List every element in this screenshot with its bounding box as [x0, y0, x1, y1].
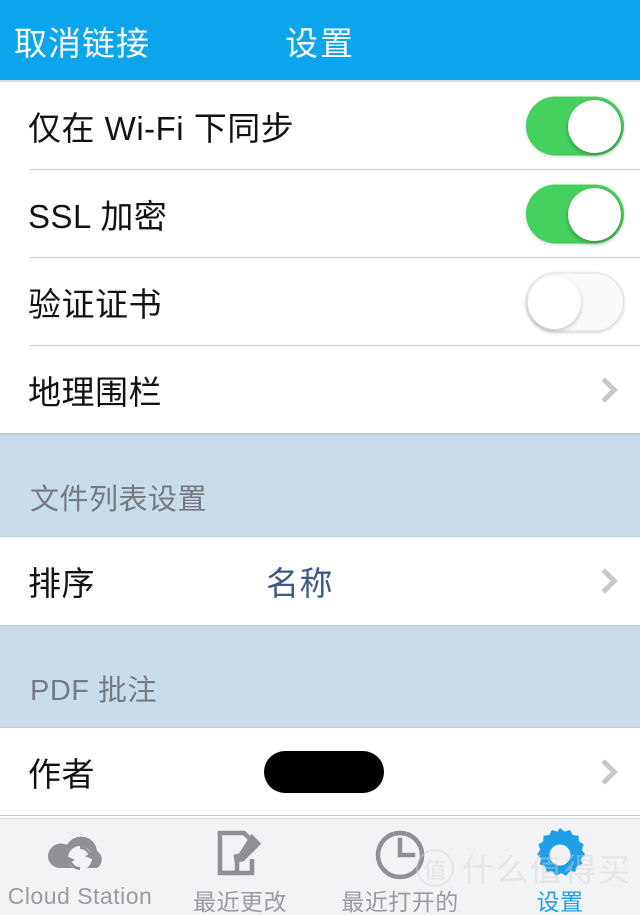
tab-settings[interactable]: 设置 — [480, 819, 640, 915]
tab-label: Cloud Station — [7, 883, 153, 909]
row-label: 作者 — [28, 756, 95, 793]
tab-bar: Cloud Station 最近更改 最近打开的 设置 值 什么值得买 — [0, 818, 640, 915]
section-header-label: 文件列表设置 — [30, 484, 208, 516]
clock-icon — [374, 829, 426, 881]
row-value: 名称 — [266, 565, 333, 602]
chevron-right-icon — [592, 377, 618, 403]
row-author[interactable]: 作者 — [0, 728, 640, 816]
toggle-knob — [568, 187, 621, 241]
row-verify-certificate[interactable]: 验证证书 — [0, 258, 640, 346]
row-label: SSL 加密 — [28, 198, 168, 235]
section-header-pdf-annotation: PDF 批注 — [0, 625, 640, 728]
row-label: 排序 — [28, 565, 95, 602]
settings-screen: 取消链接 设置 仅在 Wi-Fi 下同步 SSL 加密 验证证书 地理围栏 文件… — [0, 0, 640, 915]
tab-label: 最近打开的 — [341, 889, 459, 915]
tab-cloud-station[interactable]: Cloud Station — [0, 819, 160, 915]
tab-recently-opened[interactable]: 最近打开的 — [320, 819, 480, 915]
settings-list: 仅在 Wi-Fi 下同步 SSL 加密 验证证书 地理围栏 文件列表设置 排序 … — [0, 82, 640, 816]
tab-label: 最近更改 — [193, 889, 287, 915]
row-sort-order[interactable]: 排序 名称 — [0, 537, 640, 625]
chevron-right-icon — [592, 759, 618, 785]
section-header-label: PDF 批注 — [30, 675, 158, 707]
verify-certificate-toggle[interactable] — [526, 272, 624, 332]
wifi-only-sync-toggle[interactable] — [526, 96, 624, 156]
section-header-file-list: 文件列表设置 — [0, 434, 640, 537]
row-ssl-encryption[interactable]: SSL 加密 — [0, 170, 640, 258]
row-geofencing[interactable]: 地理围栏 — [0, 346, 640, 434]
tab-recently-modified[interactable]: 最近更改 — [160, 819, 320, 915]
chevron-right-icon — [592, 568, 618, 594]
toggle-knob — [568, 99, 621, 153]
row-label: 地理围栏 — [28, 374, 162, 411]
row-label: 仅在 Wi-Fi 下同步 — [28, 110, 295, 147]
cloud-sync-icon — [47, 829, 113, 881]
gear-icon — [533, 828, 587, 881]
navigation-bar: 取消链接 设置 — [0, 0, 640, 82]
tab-label: 设置 — [536, 889, 584, 915]
ssl-encryption-toggle[interactable] — [526, 184, 624, 244]
row-separator — [0, 815, 640, 816]
redacted-author-value — [264, 751, 384, 793]
row-wifi-only-sync[interactable]: 仅在 Wi-Fi 下同步 — [0, 82, 640, 170]
row-label: 验证证书 — [28, 286, 162, 323]
document-pencil-icon — [214, 829, 266, 881]
toggle-knob — [528, 275, 581, 329]
page-title: 设置 — [285, 25, 355, 62]
